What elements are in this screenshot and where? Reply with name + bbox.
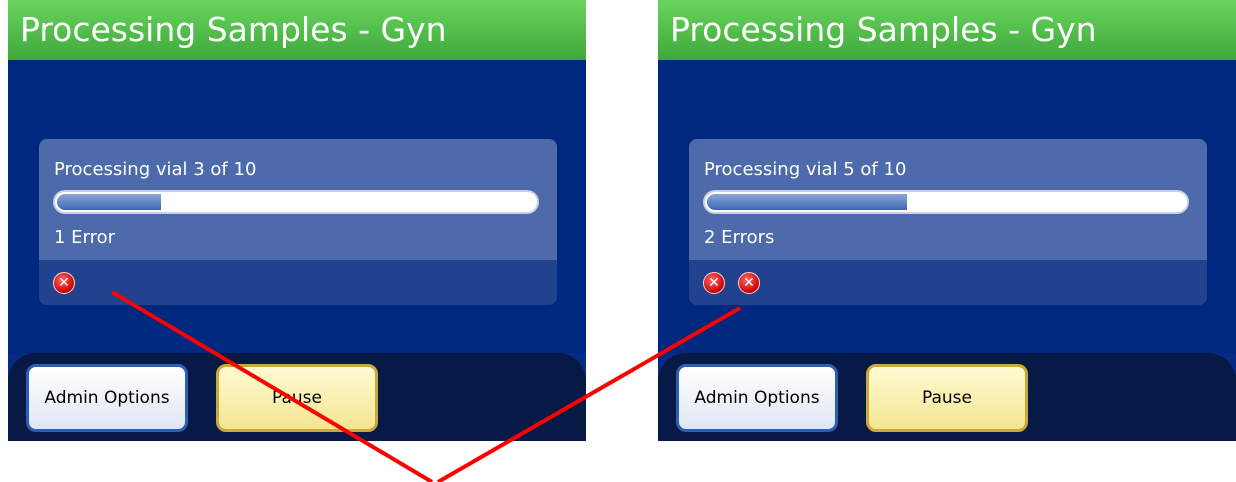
- screen-right: Processing Samples - Gyn Processing vial…: [658, 0, 1236, 441]
- footer-bar: Admin Options Pause: [658, 353, 1236, 441]
- error-count-text: 2 Errors: [704, 227, 775, 248]
- footer-bar: Admin Options Pause: [8, 353, 586, 441]
- error-icons: ✕ ✕: [703, 272, 773, 296]
- error-x-icon: ✕: [53, 272, 75, 294]
- status-panel-top: Processing vial 5 of 10 2 Errors: [689, 139, 1207, 260]
- pause-button[interactable]: Pause: [216, 364, 378, 432]
- vial-status-text: Processing vial 5 of 10: [704, 159, 907, 180]
- page-title: Processing Samples - Gyn: [8, 0, 586, 60]
- error-icons: ✕: [53, 272, 88, 296]
- screen-left: Processing Samples - Gyn Processing vial…: [8, 0, 586, 441]
- vial-status-text: Processing vial 3 of 10: [54, 159, 257, 180]
- status-panel: Processing vial 5 of 10 2 Errors ✕ ✕: [689, 139, 1207, 305]
- admin-options-button[interactable]: Admin Options: [676, 364, 838, 432]
- status-panel: Processing vial 3 of 10 1 Error ✕: [39, 139, 557, 305]
- admin-options-button[interactable]: Admin Options: [26, 364, 188, 432]
- page-title: Processing Samples - Gyn: [658, 0, 1236, 60]
- progress-fill: [707, 194, 908, 210]
- progress-bar: [53, 190, 539, 214]
- status-panel-top: Processing vial 3 of 10 1 Error: [39, 139, 557, 260]
- pause-button[interactable]: Pause: [866, 364, 1028, 432]
- error-x-icon: ✕: [703, 272, 725, 294]
- progress-bar: [703, 190, 1189, 214]
- error-x-icon: ✕: [738, 272, 760, 294]
- progress-fill: [57, 194, 162, 210]
- error-count-text: 1 Error: [54, 227, 116, 248]
